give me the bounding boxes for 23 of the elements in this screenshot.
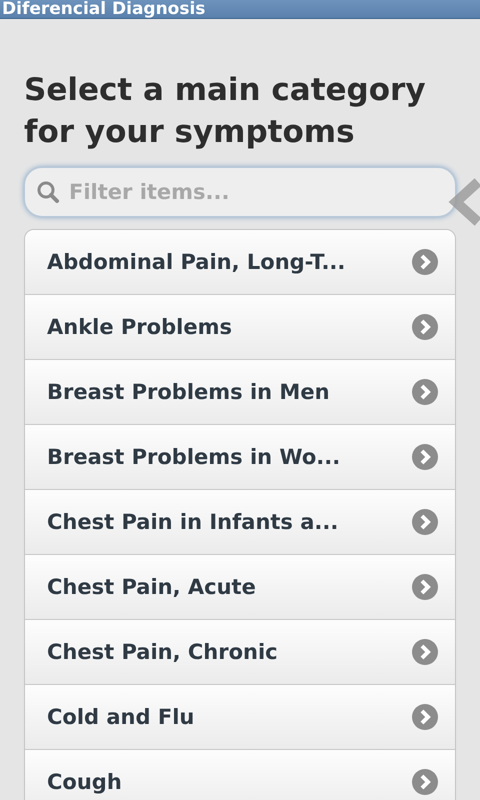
- chevron-right-icon: [411, 313, 439, 341]
- category-item[interactable]: Chest Pain, Chronic: [25, 620, 455, 685]
- chevron-right-icon: [411, 508, 439, 536]
- category-item[interactable]: Chest Pain, Acute: [25, 555, 455, 620]
- chevron-right-icon: [411, 703, 439, 731]
- window-title: Diferencial Diagnosis: [1, 0, 206, 18]
- chevron-right-icon: [411, 443, 439, 471]
- page-heading: Select a main category for your symptoms: [24, 71, 427, 152]
- category-item[interactable]: Cold and Flu: [25, 685, 455, 750]
- search-icon: [36, 180, 60, 204]
- category-item[interactable]: Abdominal Pain, Long-T...: [25, 230, 455, 295]
- category-item[interactable]: Ankle Problems: [25, 295, 455, 360]
- chevron-right-icon: [411, 378, 439, 406]
- category-item[interactable]: Breast Problems in Wo...: [25, 425, 455, 490]
- chevron-right-icon: [411, 573, 439, 601]
- category-item[interactable]: Breast Problems in Men: [25, 360, 455, 425]
- chevron-right-icon: [411, 768, 439, 796]
- chevron-right-icon: [411, 248, 439, 276]
- chevron-left-icon[interactable]: [448, 178, 480, 226]
- category-item[interactable]: Cough: [25, 750, 455, 800]
- chevron-right-icon: [411, 638, 439, 666]
- search-field[interactable]: Filter items...: [24, 167, 456, 217]
- category-item[interactable]: Chest Pain in Infants a...: [25, 490, 455, 555]
